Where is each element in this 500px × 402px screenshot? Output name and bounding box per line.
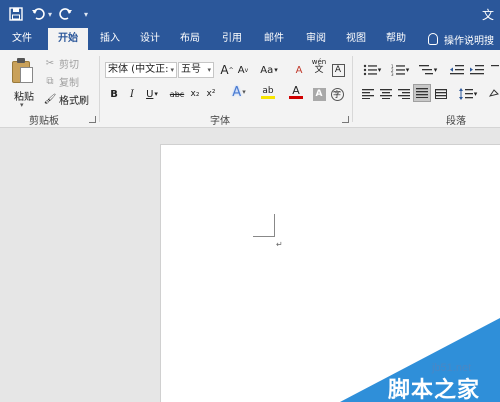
format-painter-button[interactable]: 🖌 格式刷 <box>43 92 89 107</box>
tell-me-label: 操作说明搜 <box>444 35 494 47</box>
customize-qat-icon[interactable]: ▾ <box>84 10 88 19</box>
font-launcher-icon[interactable] <box>342 116 349 123</box>
group-divider <box>352 56 353 122</box>
numbering-button[interactable]: 123 ▾ <box>388 62 412 78</box>
bullets-button[interactable]: ▾ <box>360 62 384 78</box>
font-color-button[interactable]: A <box>284 84 308 100</box>
tab-help[interactable]: 帮助 <box>378 28 414 50</box>
undo-icon[interactable] <box>30 4 46 24</box>
line-spacing-button[interactable]: ▾ <box>456 86 480 102</box>
undo-dropdown-icon[interactable]: ▾ <box>48 10 52 19</box>
clear-formatting-button[interactable]: A <box>292 62 306 78</box>
tab-design[interactable]: 设计 <box>132 28 168 50</box>
copy-button[interactable]: ⧉ 复制 <box>44 74 79 89</box>
scissors-icon: ✂ <box>45 57 55 69</box>
tell-me-search[interactable]: 操作说明搜 <box>428 28 494 50</box>
paste-button[interactable]: 粘贴 <box>14 88 34 103</box>
align-right-button[interactable] <box>396 86 412 102</box>
font-name-value: 宋体 (中文正: <box>108 64 169 75</box>
group-divider <box>99 56 100 122</box>
tab-layout[interactable]: 布局 <box>172 28 208 50</box>
lightbulb-icon <box>428 33 438 45</box>
bold-button[interactable]: B <box>108 86 120 102</box>
italic-button[interactable]: I <box>126 86 138 102</box>
title-bar: ▾ ▾ 文 <box>0 0 500 28</box>
increase-indent-button[interactable] <box>468 62 486 78</box>
ribbon-home: 粘贴 ▾ ✂ 剪切 ⧉ 复制 🖌 格式刷 剪贴板 宋体 (中文正: ▾ 五号 ▾… <box>0 50 500 128</box>
chevron-down-icon: ▾ <box>207 66 211 74</box>
shrink-font-button[interactable]: Av <box>236 62 250 78</box>
font-size-value: 五号 <box>181 64 201 75</box>
grow-font-button[interactable]: A ^ <box>220 62 234 78</box>
clipboard-group-label: 剪贴板 <box>29 116 59 127</box>
text-effects-button[interactable]: A ▾ <box>228 84 250 100</box>
font-name-combo[interactable]: 宋体 (中文正: ▾ <box>105 62 177 78</box>
paste-dropdown-icon[interactable]: ▾ <box>20 101 24 109</box>
copy-label: 复制 <box>59 77 79 89</box>
font-size-combo[interactable]: 五号 ▾ <box>178 62 214 78</box>
character-shading-button[interactable]: A <box>312 86 326 102</box>
tab-review[interactable]: 审阅 <box>298 28 334 50</box>
tab-mailings[interactable]: 邮件 <box>256 28 292 50</box>
cut-label: 剪切 <box>59 59 79 71</box>
phonetic-guide-button[interactable]: wén 文 <box>310 58 328 75</box>
tab-references[interactable]: 引用 <box>214 28 250 50</box>
enclose-characters-button[interactable]: 字 <box>330 86 344 102</box>
justify-button[interactable] <box>413 84 431 102</box>
highlight-button[interactable]: ab <box>256 84 280 100</box>
ribbon-tabs: 文件 开始 插入 设计 布局 引用 邮件 审阅 视图 帮助 操作说明搜 <box>0 28 500 50</box>
watermark: jb51.net 脚本之家 <box>340 318 500 402</box>
paragraph-group-label: 段落 <box>446 116 466 127</box>
subscript-button[interactable]: x₂ <box>188 86 202 102</box>
multilevel-list-button[interactable]: ▾ <box>416 62 440 78</box>
watermark-site-name: 脚本之家 <box>388 378 481 402</box>
underline-button[interactable]: U ▾ <box>142 86 162 102</box>
svg-text:3: 3 <box>391 72 394 76</box>
tab-home[interactable]: 开始 <box>48 28 88 50</box>
tab-view[interactable]: 视图 <box>338 28 374 50</box>
align-center-button[interactable] <box>378 86 394 102</box>
clipboard-launcher-icon[interactable] <box>89 116 96 123</box>
sort-icon[interactable] <box>490 62 500 78</box>
paragraph-mark: ↵ <box>276 240 283 249</box>
chevron-down-icon: ▾ <box>170 66 174 74</box>
paste-icon[interactable] <box>12 58 34 84</box>
tab-file[interactable]: 文件 <box>2 28 42 50</box>
cut-button[interactable]: ✂ 剪切 <box>44 56 79 71</box>
shading-icon[interactable] <box>488 86 500 102</box>
superscript-button[interactable]: x² <box>204 86 218 102</box>
margin-corner-mark <box>253 236 275 237</box>
align-left-button[interactable] <box>360 86 376 102</box>
character-border-button[interactable]: A <box>330 62 346 78</box>
format-painter-label: 格式刷 <box>59 95 89 107</box>
copy-icon: ⧉ <box>46 75 54 87</box>
font-group-label: 字体 <box>210 116 230 127</box>
strikethrough-button[interactable]: abc <box>168 86 186 102</box>
brush-icon: 🖌 <box>43 93 57 105</box>
tab-insert[interactable]: 插入 <box>92 28 128 50</box>
save-icon[interactable] <box>8 4 24 24</box>
quick-access-toolbar: ▾ ▾ <box>8 4 88 24</box>
decrease-indent-button[interactable] <box>448 62 466 78</box>
distributed-button[interactable] <box>433 86 449 102</box>
margin-corner-mark <box>274 214 275 236</box>
redo-icon[interactable] <box>58 4 74 24</box>
change-case-button[interactable]: Aa ▾ <box>256 62 282 78</box>
window-title: 文 <box>481 8 494 22</box>
